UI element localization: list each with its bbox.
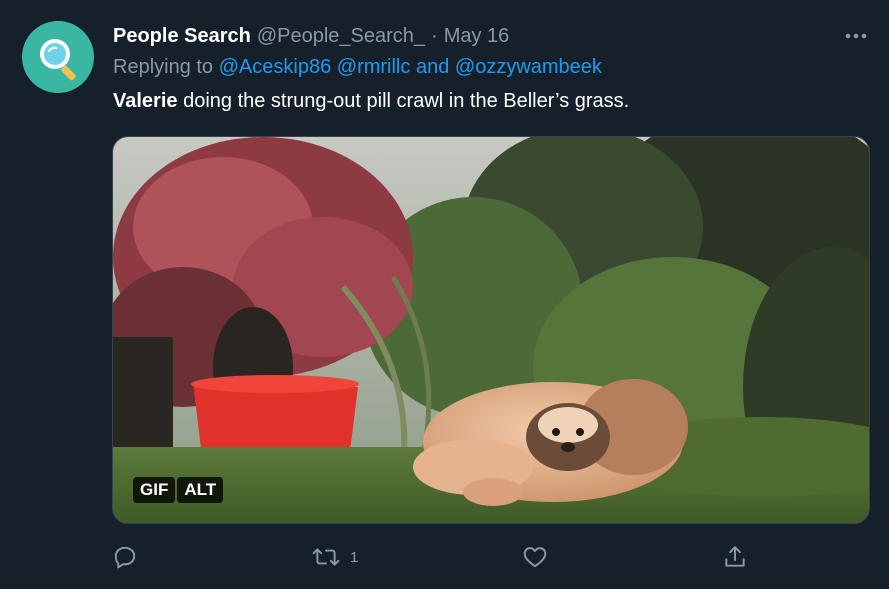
alt-badge[interactable]: ALT xyxy=(177,477,224,503)
author-display-name[interactable]: People Search xyxy=(113,25,251,48)
avatar[interactable] xyxy=(22,21,94,93)
replying-prefix: Replying to xyxy=(113,56,214,78)
retweet-icon xyxy=(312,548,340,566)
more-dots-icon xyxy=(845,33,867,39)
heart-icon xyxy=(523,547,547,568)
tweet-text: Valerie doing the strung-out pill crawl … xyxy=(113,90,871,118)
header-separator: · xyxy=(431,24,438,47)
replying-to-line: Replying to @Aceskip86 @rmrillc and @ozz… xyxy=(113,56,871,82)
mention-link[interactable]: @ozzywambeek xyxy=(455,56,602,78)
mention-link[interactable]: @rmrillc xyxy=(337,56,411,78)
sloth-gif-image xyxy=(113,137,869,523)
gif-badge: GIF xyxy=(133,477,176,503)
retweet-count: 1 xyxy=(350,548,359,566)
tweet-card: People Search @People_Search_ · May 16 R… xyxy=(0,0,889,589)
tweet-actions: 1 xyxy=(112,540,752,574)
magnifier-icon xyxy=(22,21,94,93)
retweet-button[interactable]: 1 xyxy=(312,540,358,574)
mention-link[interactable]: @Aceskip86 xyxy=(219,56,332,78)
share-button[interactable] xyxy=(722,540,748,574)
author-handle[interactable]: @People_Search_ xyxy=(257,25,425,48)
more-options-button[interactable] xyxy=(841,24,871,48)
tweet-text-bold-name: Valerie xyxy=(113,90,178,112)
gif-media[interactable]: GIF ALT xyxy=(112,136,870,524)
reply-button[interactable] xyxy=(112,540,138,574)
reply-icon xyxy=(114,546,136,569)
tweet-text-body: doing the strung-out pill crawl in the B… xyxy=(177,90,630,112)
tweet-content: People Search @People_Search_ · May 16 R… xyxy=(113,22,871,118)
share-icon xyxy=(725,546,745,567)
replying-conjunction: and xyxy=(415,56,450,78)
tweet-date[interactable]: May 16 xyxy=(444,25,510,48)
tweet-header: People Search @People_Search_ · May 16 xyxy=(113,22,871,50)
media-badges: GIF ALT xyxy=(133,477,224,503)
like-button[interactable] xyxy=(522,540,548,574)
